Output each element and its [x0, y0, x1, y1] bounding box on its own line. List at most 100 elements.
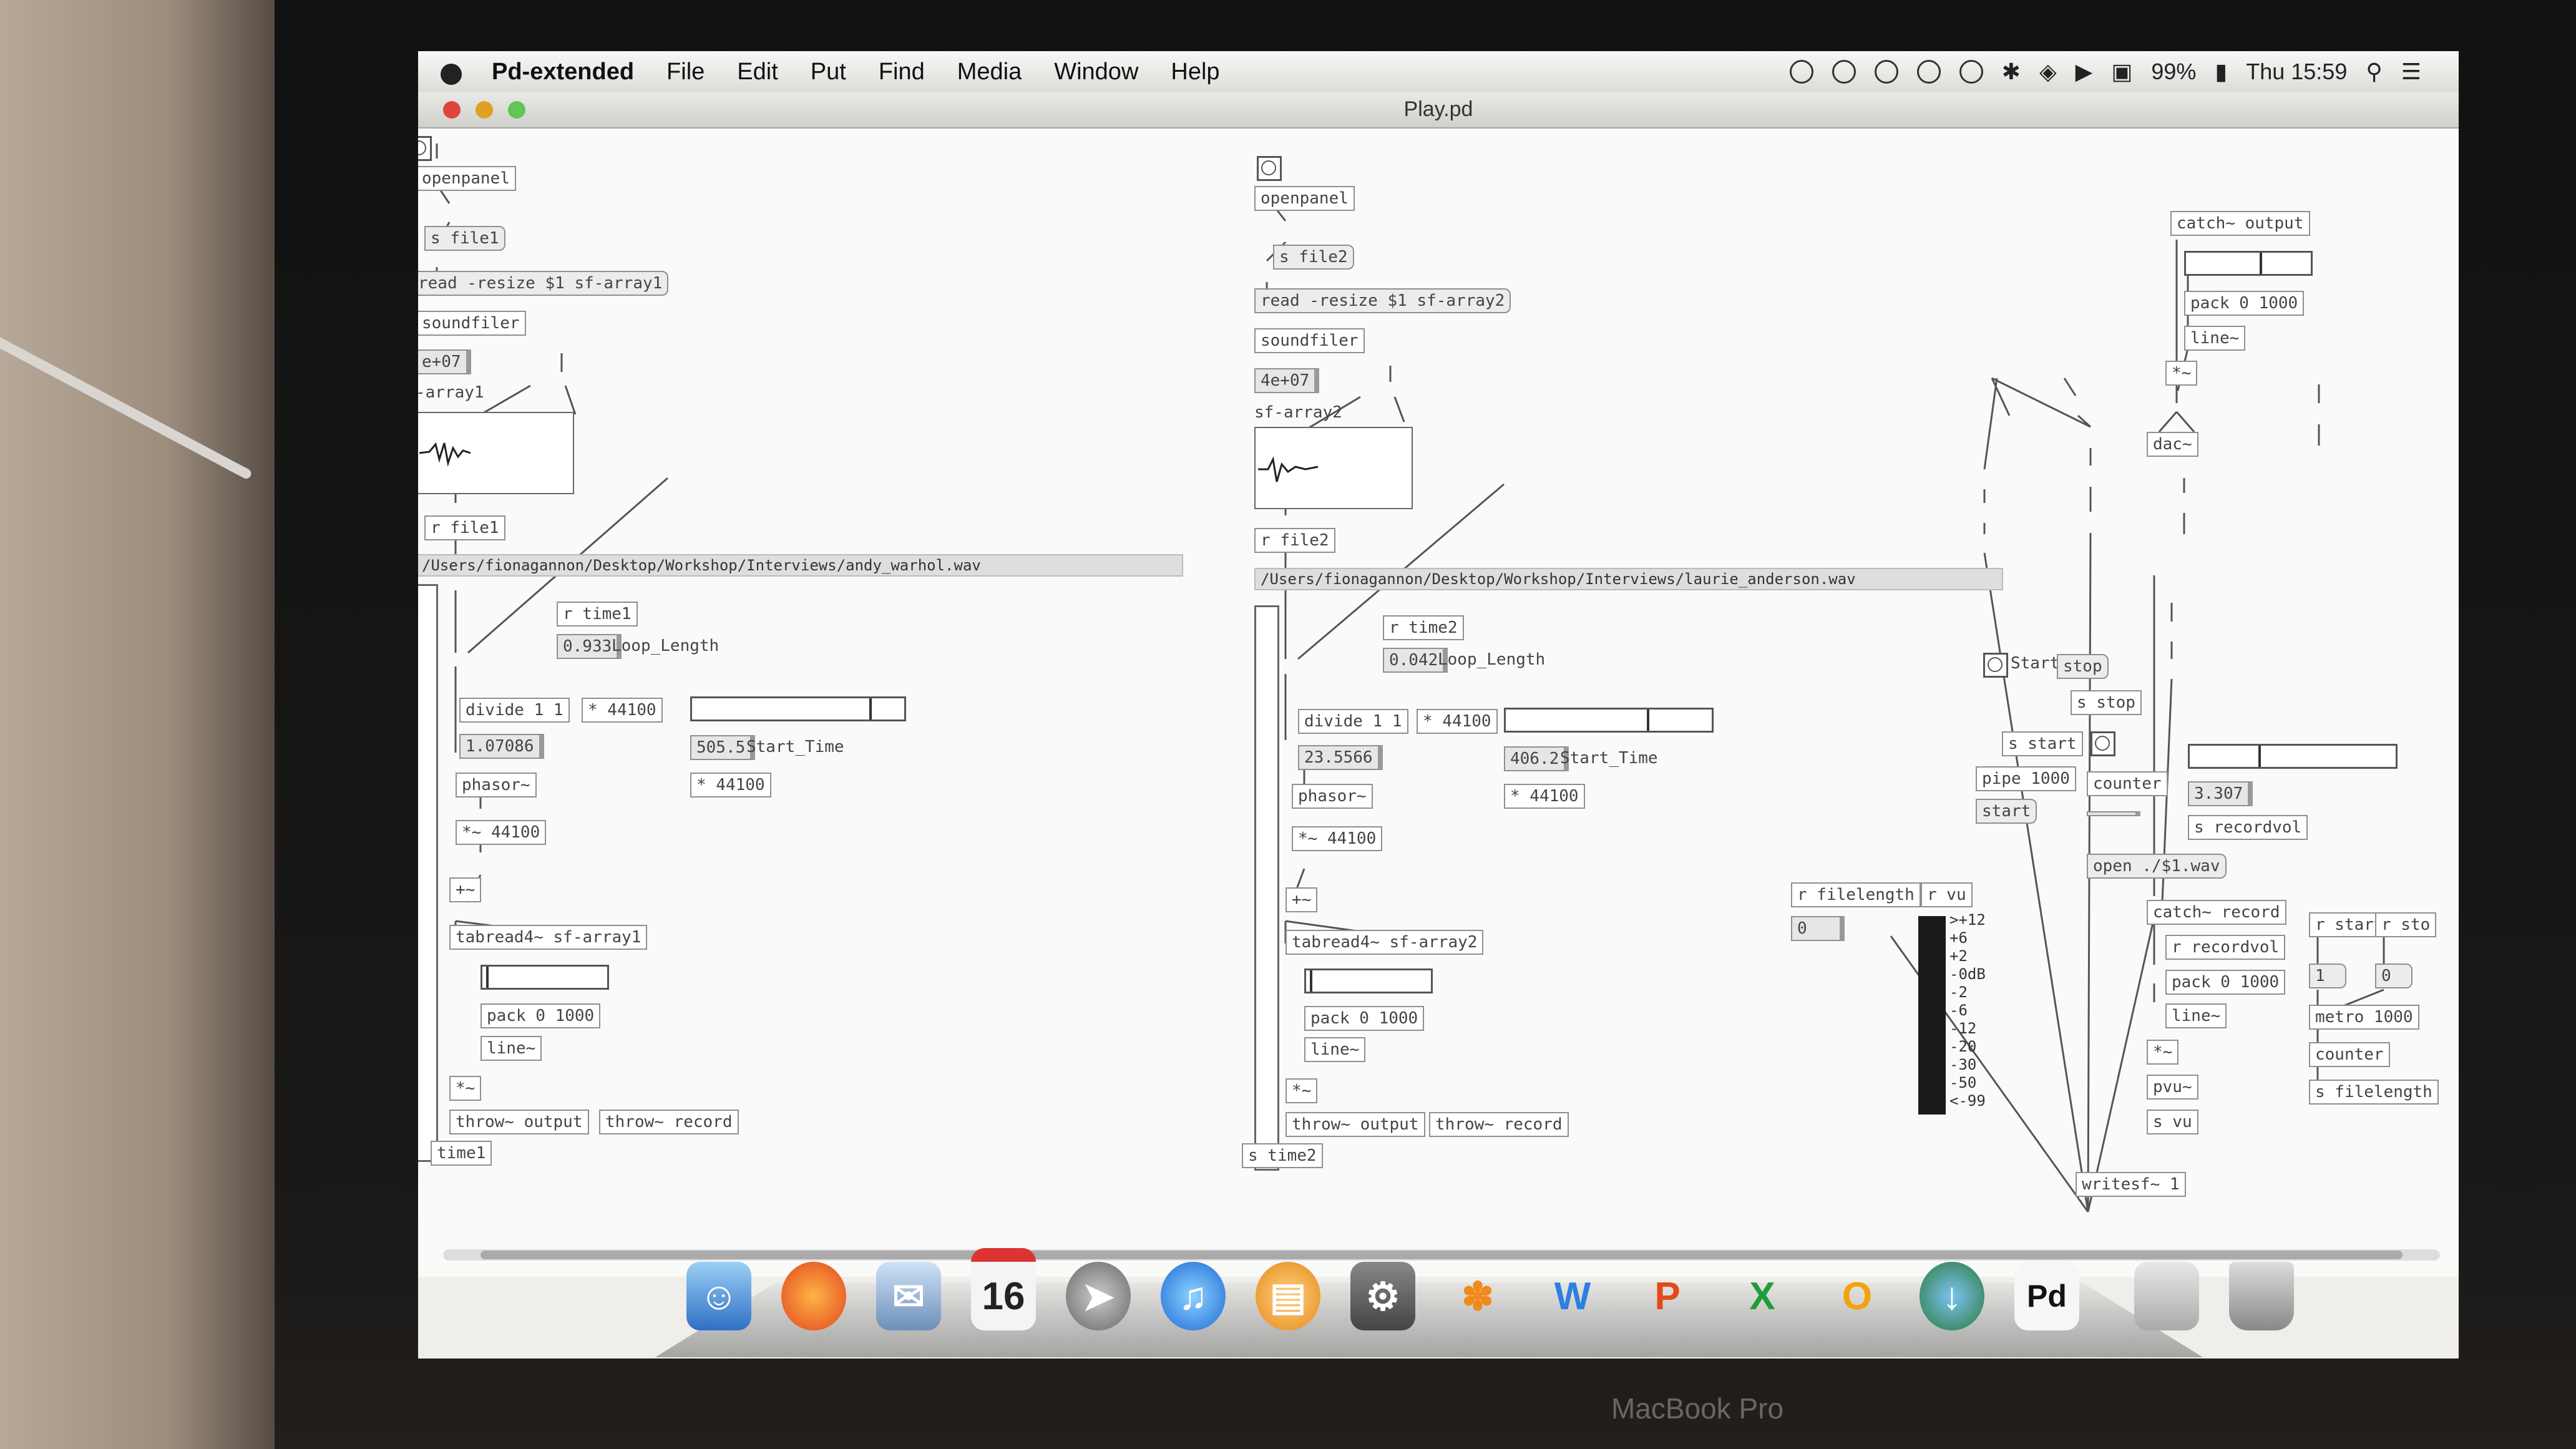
time-machine-icon[interactable]: [1959, 60, 1983, 84]
record-pack[interactable]: pack 0 1000: [2165, 970, 2286, 995]
middle-path-symbol[interactable]: /Users/fionagannon/Desktop/Workshop/Inte…: [1254, 568, 2003, 590]
recordvol-number[interactable]: 3.307: [2188, 781, 2253, 806]
excel-icon[interactable]: X: [1730, 1262, 1795, 1330]
pipe[interactable]: pipe 1000: [1976, 766, 2076, 791]
menu-find[interactable]: Find: [862, 59, 941, 85]
middle-pack[interactable]: pack 0 1000: [1304, 1006, 1425, 1031]
bluetooth-icon[interactable]: ✱: [2002, 59, 2021, 85]
output-times-sig[interactable]: *~: [2165, 361, 2198, 386]
menu-edit[interactable]: Edit: [721, 59, 794, 85]
left-throw-record[interactable]: throw~ record: [599, 1110, 739, 1134]
middle-array-graph[interactable]: [1254, 427, 1413, 509]
left-mult2[interactable]: * 44100: [690, 773, 771, 798]
battery-percent[interactable]: 99%: [2151, 59, 2196, 85]
left-r-time[interactable]: r time1: [557, 602, 638, 627]
middle-tabread[interactable]: tabread4~ sf-array2: [1286, 930, 1484, 955]
left-soundfiler-number[interactable]: e+07: [418, 349, 471, 374]
counter[interactable]: counter: [2087, 771, 2168, 796]
middle-divide-number[interactable]: 23.5566: [1298, 745, 1383, 770]
left-mult-sig[interactable]: *~ 44100: [456, 820, 547, 845]
metro[interactable]: metro 1000: [2309, 1005, 2419, 1030]
left-plus-sig[interactable]: +~: [449, 877, 482, 902]
left-volume-slider[interactable]: [481, 965, 609, 990]
r-stop[interactable]: r sto: [2375, 912, 2437, 937]
input-source-icon[interactable]: ▣: [2111, 59, 2132, 85]
middle-phasor[interactable]: phasor~: [1292, 784, 1373, 809]
catch-output[interactable]: catch~ output: [2170, 211, 2310, 236]
filelength-number[interactable]: 0: [1791, 916, 1845, 941]
stop-message[interactable]: stop: [2057, 654, 2109, 679]
start-message[interactable]: start: [1976, 799, 2037, 824]
middle-mult2[interactable]: * 44100: [1504, 784, 1585, 809]
launchpad-icon[interactable]: ➤: [1066, 1262, 1131, 1330]
outlook-icon[interactable]: O: [1825, 1262, 1890, 1330]
middle-vertical-slider[interactable]: [1254, 605, 1279, 1171]
left-openpanel[interactable]: openpanel: [418, 166, 516, 191]
middle-plus-sig[interactable]: +~: [1286, 887, 1318, 912]
menu-window[interactable]: Window: [1038, 59, 1154, 85]
menu-put[interactable]: Put: [794, 59, 862, 85]
s-stop[interactable]: s stop: [2071, 690, 2142, 715]
s-start[interactable]: s start: [2002, 731, 2083, 756]
patch-canvas[interactable]: openpanel s file1 read -resize $1 sf-arr…: [418, 129, 2459, 1277]
middle-s-time[interactable]: s time2: [1242, 1143, 1323, 1168]
apple-menu-icon[interactable]: [439, 59, 463, 85]
battery-icon[interactable]: ▮: [2215, 59, 2227, 85]
middle-throw-output[interactable]: throw~ output: [1286, 1112, 1425, 1137]
s-filelength[interactable]: s filelength: [2309, 1080, 2439, 1105]
s-vu[interactable]: s vu: [2147, 1110, 2198, 1134]
left-divide-number[interactable]: 1.07086: [459, 734, 544, 759]
powerpoint-icon[interactable]: P: [1635, 1262, 1700, 1330]
middle-line[interactable]: line~: [1304, 1037, 1366, 1062]
writesf[interactable]: writesf~ 1: [2076, 1172, 2186, 1197]
counter-number[interactable]: [2087, 811, 2140, 816]
middle-bang[interactable]: [1257, 156, 1282, 181]
middle-openpanel[interactable]: openpanel: [1254, 186, 1355, 211]
dac[interactable]: dac~: [2147, 432, 2198, 457]
zero-message[interactable]: 0: [2375, 964, 2413, 988]
wifi-icon[interactable]: ◈: [2039, 59, 2057, 85]
left-throw-output[interactable]: throw~ output: [449, 1110, 589, 1134]
one-message[interactable]: 1: [2309, 964, 2346, 988]
output-line[interactable]: line~: [2184, 326, 2246, 351]
record-line[interactable]: line~: [2165, 1003, 2227, 1028]
output-pack[interactable]: pack 0 1000: [2184, 291, 2305, 316]
middle-volume-slider[interactable]: [1304, 968, 1433, 993]
firefox-icon[interactable]: [781, 1262, 846, 1330]
left-r-file[interactable]: r file1: [424, 515, 505, 540]
left-pack[interactable]: pack 0 1000: [481, 1003, 601, 1028]
left-phasor[interactable]: phasor~: [456, 773, 537, 798]
middle-mult-sig[interactable]: *~ 44100: [1292, 826, 1383, 851]
itunes-icon[interactable]: ♫: [1161, 1262, 1226, 1330]
record-times-sig[interactable]: *~: [2147, 1040, 2179, 1065]
left-bang[interactable]: [418, 136, 432, 161]
middle-r-file[interactable]: r file2: [1254, 528, 1335, 553]
r-vu[interactable]: r vu: [1921, 882, 1973, 907]
left-s-time[interactable]: time1: [431, 1141, 492, 1166]
record-bang[interactable]: [2091, 731, 2115, 756]
system-preferences-icon[interactable]: ⚙: [1350, 1262, 1415, 1330]
s-recordvol[interactable]: s recordvol: [2188, 815, 2308, 840]
output-volume-slider[interactable]: [2184, 251, 2313, 276]
middle-r-time[interactable]: r time2: [1383, 615, 1464, 640]
creative-cloud-icon[interactable]: [1916, 60, 1941, 84]
middle-divide[interactable]: divide 1 1: [1298, 709, 1408, 734]
left-tabread[interactable]: tabread4~ sf-array1: [449, 925, 648, 950]
finder-icon[interactable]: ☺: [686, 1262, 751, 1330]
left-line[interactable]: line~: [481, 1036, 542, 1061]
calendar-icon[interactable]: 16: [971, 1248, 1036, 1330]
r-recordvol[interactable]: r recordvol: [2165, 935, 2286, 960]
middle-s-file[interactable]: s file2: [1273, 245, 1354, 270]
pd-icon[interactable]: Pd: [2014, 1262, 2079, 1330]
notification-center-icon[interactable]: ☰: [2401, 59, 2421, 85]
dropbox-icon[interactable]: [1874, 60, 1898, 84]
menu-media[interactable]: Media: [941, 59, 1038, 85]
menu-help[interactable]: Help: [1154, 59, 1236, 85]
menu-extra-icon[interactable]: [1789, 60, 1813, 84]
downloads-icon[interactable]: ↓: [1920, 1262, 1984, 1330]
record-volume-slider[interactable]: [2188, 744, 2398, 769]
left-array-graph[interactable]: [418, 412, 574, 494]
left-s-file[interactable]: s file1: [424, 226, 505, 251]
middle-start-time-number[interactable]: 406.2: [1504, 746, 1569, 771]
r-filelength[interactable]: r filelength: [1791, 882, 1921, 907]
